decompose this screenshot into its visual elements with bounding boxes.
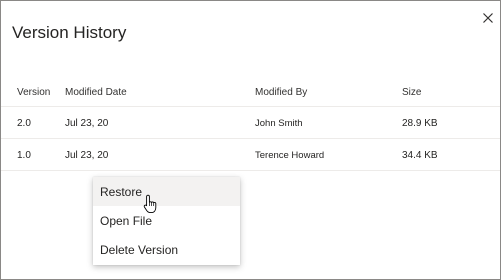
table-row[interactable]: 1.0 Jul 23, 20 Terence Howard 34.4 KB [1, 139, 500, 171]
table-row[interactable]: 2.0 Jul 23, 20 John Smith 28.9 KB [1, 107, 500, 139]
modified-by-cell: John Smith [255, 117, 303, 129]
size-cell: 34.4 KB [402, 149, 438, 161]
size-cell: 28.9 KB [402, 117, 438, 129]
version-table: Version Modified Date Modified By Size 2… [1, 77, 500, 171]
version-context-menu: Restore Open File Delete Version [93, 177, 240, 265]
menu-item-restore[interactable]: Restore [93, 177, 240, 206]
version-cell: 2.0 [17, 117, 31, 129]
modified-date-cell: Jul 23, 20 [65, 117, 109, 129]
column-header-size[interactable]: Size [402, 77, 421, 107]
divider [1, 170, 500, 171]
menu-item-open-file[interactable]: Open File [93, 206, 240, 235]
version-history-dialog: Version History Version Modified Date Mo… [0, 0, 501, 280]
close-button[interactable] [479, 9, 497, 27]
modified-by-cell: Terence Howard [255, 149, 325, 161]
modified-date-cell: Jul 23, 20 [65, 149, 109, 161]
column-header-modified-date[interactable]: Modified Date [65, 77, 127, 107]
dialog-title: Version History [12, 23, 127, 42]
menu-item-delete-version[interactable]: Delete Version [93, 235, 240, 264]
table-header-row: Version Modified Date Modified By Size [1, 77, 500, 107]
version-cell: 1.0 [17, 149, 31, 161]
close-icon [483, 13, 493, 23]
column-header-version[interactable]: Version [17, 77, 50, 107]
column-header-modified-by[interactable]: Modified By [255, 77, 307, 107]
